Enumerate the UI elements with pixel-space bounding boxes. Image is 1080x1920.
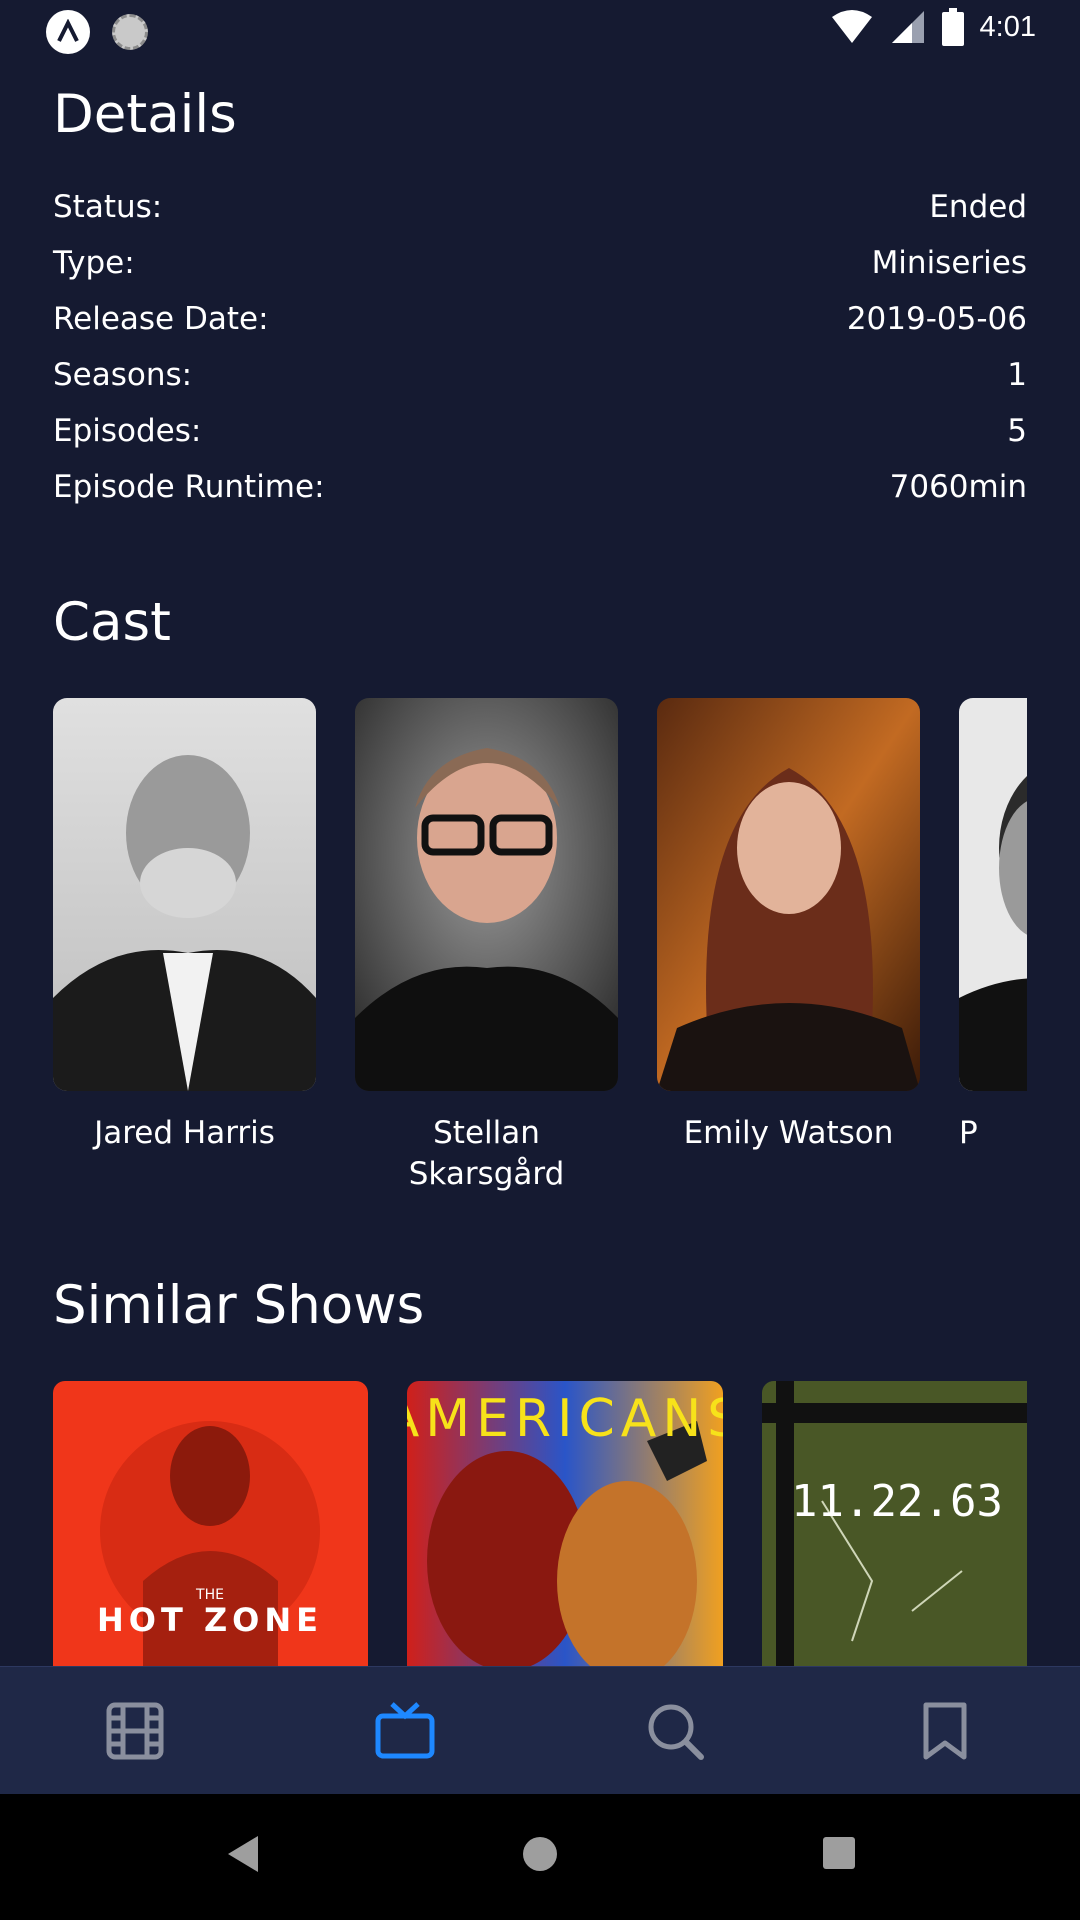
nav-search-tab[interactable] bbox=[625, 1681, 725, 1781]
cast-photo bbox=[657, 698, 920, 1091]
detail-value: 2019-05-06 bbox=[846, 301, 1027, 337]
detail-row-status: Status: Ended bbox=[53, 179, 1027, 235]
nav-bookmarks-tab[interactable] bbox=[895, 1681, 995, 1781]
home-icon[interactable] bbox=[522, 1834, 558, 1874]
tv-icon bbox=[375, 1702, 435, 1759]
cast-photo bbox=[53, 698, 316, 1091]
cast-heading: Cast bbox=[53, 592, 171, 653]
cast-name: Stellan Skarsgård bbox=[408, 1115, 565, 1192]
detail-label: Seasons: bbox=[53, 357, 193, 393]
poster-title-text: HOT ZONE bbox=[97, 1601, 323, 1639]
cast-card[interactable]: Stellan Skarsgård bbox=[355, 698, 618, 1195]
detail-label: Status: bbox=[53, 189, 163, 225]
cast-photo bbox=[959, 698, 1027, 1091]
system-navigation-bar bbox=[0, 1794, 1080, 1920]
wifi-icon bbox=[831, 10, 872, 43]
cast-name: P bbox=[959, 1115, 978, 1151]
detail-label: Episode Runtime: bbox=[53, 469, 325, 505]
similar-shows-heading: Similar Shows bbox=[53, 1275, 425, 1336]
bottom-navigation bbox=[0, 1666, 1080, 1795]
detail-label: Type: bbox=[53, 245, 135, 281]
status-bar: 4:01 bbox=[0, 0, 1080, 62]
details-list: Status: Ended Type: Miniseries Release D… bbox=[53, 179, 1027, 515]
poster-title-text: AMERICANS bbox=[407, 1389, 723, 1449]
detail-row-type: Type: Miniseries bbox=[53, 235, 1027, 291]
bookmark-icon bbox=[923, 1702, 967, 1760]
detail-value: Ended bbox=[929, 189, 1027, 225]
detail-row-runtime: Episode Runtime: 7060min bbox=[53, 459, 1027, 515]
battery-icon bbox=[941, 8, 964, 46]
film-icon bbox=[106, 1702, 164, 1760]
cast-card[interactable]: Emily Watson bbox=[657, 698, 920, 1154]
cast-photo bbox=[355, 698, 618, 1091]
back-icon[interactable] bbox=[224, 1834, 260, 1874]
sync-icon bbox=[112, 14, 148, 50]
detail-row-episodes: Episodes: 5 bbox=[53, 403, 1027, 459]
detail-value: 1 bbox=[1007, 357, 1027, 393]
recents-icon[interactable] bbox=[822, 1836, 856, 1870]
details-heading: Details bbox=[53, 84, 237, 145]
show-poster[interactable]: THE HOT ZONE bbox=[53, 1381, 368, 1666]
detail-label: Episodes: bbox=[53, 413, 202, 449]
show-poster[interactable]: 11.22.63 bbox=[762, 1381, 1027, 1666]
nav-movies-tab[interactable] bbox=[85, 1681, 185, 1781]
show-poster[interactable]: AMERICANS bbox=[407, 1381, 723, 1666]
cast-name: Emily Watson bbox=[683, 1115, 894, 1151]
cast-card[interactable]: P bbox=[959, 698, 1027, 1154]
detail-row-release-date: Release Date: 2019-05-06 bbox=[53, 291, 1027, 347]
signal-icon bbox=[891, 11, 924, 43]
detail-value: 5 bbox=[1007, 413, 1027, 449]
cast-card[interactable]: Jared Harris bbox=[53, 698, 316, 1154]
poster-title-text: 11.22.63 bbox=[791, 1476, 1003, 1527]
detail-label: Release Date: bbox=[53, 301, 269, 337]
cast-carousel[interactable]: Jared Harris Stellan Skarsgård Emily Wat… bbox=[53, 698, 1027, 1218]
detail-value: 7060min bbox=[889, 469, 1027, 505]
cast-name: Jared Harris bbox=[94, 1115, 275, 1151]
similar-shows-carousel[interactable]: THE HOT ZONE AMERICANS 11.22.63 bbox=[53, 1381, 1027, 1666]
status-time: 4:01 bbox=[979, 10, 1036, 43]
detail-value: Miniseries bbox=[871, 245, 1027, 281]
app-notification-icon bbox=[46, 10, 90, 54]
nav-tv-tab[interactable] bbox=[355, 1681, 455, 1781]
search-icon bbox=[648, 1704, 704, 1760]
detail-row-seasons: Seasons: 1 bbox=[53, 347, 1027, 403]
